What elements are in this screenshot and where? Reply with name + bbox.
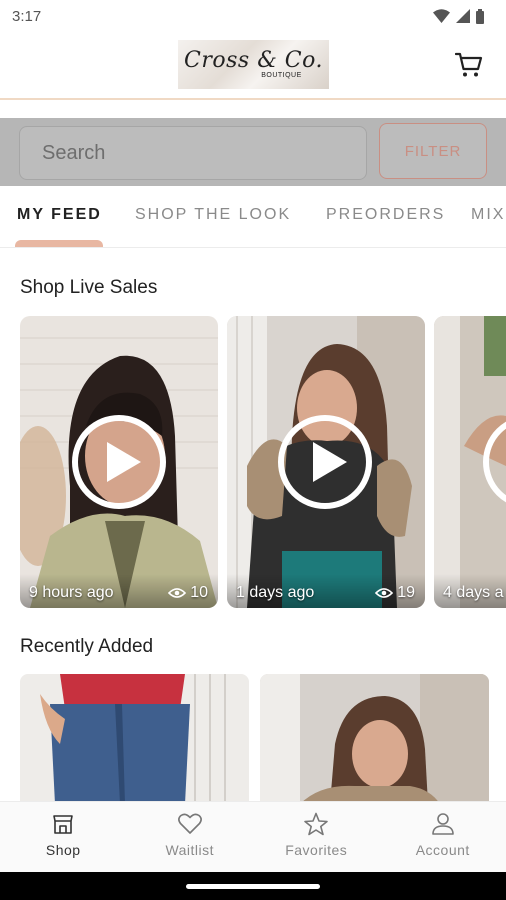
signal-icon bbox=[456, 9, 470, 23]
product-image bbox=[260, 674, 489, 804]
play-icon[interactable] bbox=[276, 413, 374, 511]
heart-icon bbox=[177, 813, 202, 834]
brand-logo[interactable]: Cross & Co. BOUTIQUE bbox=[178, 40, 329, 89]
eye-icon bbox=[375, 588, 394, 598]
nav-account-label: Account bbox=[415, 842, 470, 858]
status-time: 3:17 bbox=[12, 7, 42, 25]
nav-favorites[interactable]: Favorites bbox=[253, 802, 380, 872]
recently-added-title: Recently Added bbox=[20, 636, 154, 657]
system-gesture-bar bbox=[0, 872, 506, 900]
tab-mix[interactable]: MIX bbox=[471, 206, 505, 224]
video-views: 19 bbox=[375, 584, 415, 602]
search-bar-area: Search FILTER bbox=[0, 118, 506, 186]
nav-waitlist-label: Waitlist bbox=[165, 842, 215, 858]
status-icons bbox=[433, 8, 484, 24]
filter-label: FILTER bbox=[404, 142, 462, 160]
live-sale-video-card[interactable]: 9 hours ago 10 bbox=[20, 316, 218, 608]
product-image bbox=[20, 674, 249, 804]
view-count: 19 bbox=[397, 584, 415, 601]
logo-subtext: BOUTIQUE bbox=[261, 72, 302, 79]
nav-favorites-label: Favorites bbox=[285, 842, 348, 858]
category-tabs: MY FEED SHOP THE LOOK PREORDERS MIX bbox=[0, 186, 506, 248]
eye-icon bbox=[168, 588, 187, 598]
video-views: 10 bbox=[168, 584, 208, 602]
shop-icon bbox=[53, 815, 74, 834]
battery-icon bbox=[476, 8, 484, 24]
tab-my-feed[interactable]: MY FEED bbox=[17, 206, 102, 224]
product-card[interactable] bbox=[20, 674, 249, 804]
tab-preorders[interactable]: PREORDERS bbox=[326, 206, 445, 224]
nav-shop[interactable]: Shop bbox=[0, 802, 127, 872]
video-timestamp: 4 days a bbox=[443, 584, 504, 601]
app-header: Cross & Co. BOUTIQUE bbox=[0, 32, 506, 100]
product-card[interactable] bbox=[260, 674, 489, 804]
nav-shop-label: Shop bbox=[45, 842, 81, 858]
live-sales-title: Shop Live Sales bbox=[20, 277, 158, 298]
status-bar: 3:17 bbox=[0, 0, 506, 32]
live-sale-video-card[interactable]: 4 days a bbox=[434, 316, 506, 608]
nav-account[interactable]: Account bbox=[380, 802, 506, 872]
wifi-icon bbox=[433, 9, 450, 23]
tab-shop-the-look[interactable]: SHOP THE LOOK bbox=[135, 206, 291, 224]
person-icon bbox=[431, 813, 454, 835]
video-timestamp: 9 hours ago bbox=[29, 584, 114, 601]
cart-icon bbox=[455, 52, 483, 77]
search-input[interactable]: Search bbox=[19, 126, 367, 180]
active-tab-indicator bbox=[15, 240, 103, 247]
video-timestamp: 1 days ago bbox=[236, 584, 315, 601]
cart-button[interactable] bbox=[452, 48, 486, 82]
home-gesture-handle[interactable] bbox=[186, 884, 320, 889]
bottom-navigation: Shop Waitlist Favorites Account bbox=[0, 801, 506, 872]
search-placeholder: Search bbox=[42, 141, 106, 164]
nav-waitlist[interactable]: Waitlist bbox=[127, 802, 254, 872]
live-sale-video-card[interactable]: 1 days ago 19 bbox=[227, 316, 425, 608]
filter-button[interactable]: FILTER bbox=[379, 123, 487, 179]
play-icon[interactable] bbox=[70, 413, 168, 511]
star-icon bbox=[304, 812, 329, 836]
logo-text: Cross & Co. bbox=[184, 48, 323, 73]
view-count: 10 bbox=[190, 584, 208, 601]
play-icon[interactable] bbox=[481, 413, 506, 511]
